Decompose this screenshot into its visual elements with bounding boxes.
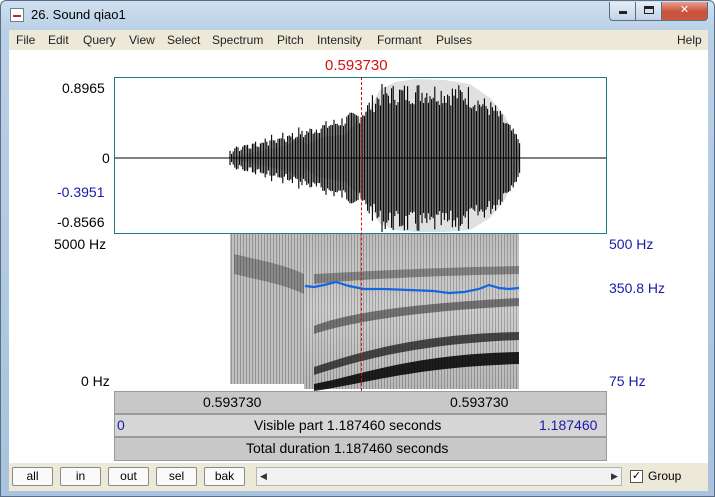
menu-formant[interactable]: Formant — [377, 33, 422, 47]
waveform-y-min: -0.8566 — [57, 214, 105, 230]
total-duration-bar[interactable]: Total duration 1.187460 seconds — [114, 437, 607, 461]
menu-bar: File Edit Query View Select Spectrum Pit… — [9, 30, 708, 50]
minimize-icon — [618, 11, 627, 14]
window-title: 26. Sound qiao1 — [31, 7, 126, 22]
pitch-axis-bottom: 75 Hz — [609, 373, 646, 389]
sound-editor-canvas[interactable]: 0.593730 0.8965 0 -0.3951 -0.8566 5000 H… — [9, 50, 708, 463]
group-checkbox-label: Group — [648, 469, 682, 483]
visible-part-bar[interactable]: 0 Visible part 1.187460 seconds 1.187460 — [114, 414, 607, 437]
spectrogram-freq-bottom: 0 Hz — [81, 373, 110, 389]
menu-pitch[interactable]: Pitch — [277, 33, 304, 47]
visible-part-text: Visible part 1.187460 seconds — [254, 417, 442, 433]
group-checkbox[interactable]: ✓ — [630, 470, 643, 483]
waveform-y-zero: 0 — [102, 150, 110, 166]
zoom-in-button[interactable]: in — [60, 467, 101, 486]
menu-query[interactable]: Query — [83, 33, 116, 47]
app-window: 26. Sound qiao1 ✕ File Edit Query View S… — [0, 0, 715, 497]
menu-pulses[interactable]: Pulses — [436, 33, 472, 47]
minimize-button[interactable] — [609, 2, 636, 21]
pitch-axis-top: 500 Hz — [609, 236, 654, 252]
zoom-back-button[interactable]: bak — [204, 467, 245, 486]
pitch-cursor-value: 350.8 Hz — [609, 280, 666, 296]
zoom-out-button[interactable]: out — [108, 467, 149, 486]
editor-client-area: File Edit Query View Select Spectrum Pit… — [9, 30, 708, 491]
close-button[interactable]: ✕ — [661, 2, 708, 21]
scroll-right-arrow-icon[interactable]: ▶ — [608, 468, 621, 485]
zoom-selection-button[interactable]: sel — [156, 467, 197, 486]
menu-intensity[interactable]: Intensity — [317, 33, 362, 47]
maximize-button[interactable] — [635, 2, 662, 21]
zoom-toolbar: all in out sel bak ◀ ▶ ✓ Group — [9, 463, 708, 491]
time-scrollbar[interactable]: ◀ ▶ — [256, 467, 622, 486]
praat-app-icon — [10, 8, 24, 22]
menu-file[interactable]: File — [16, 33, 35, 47]
visible-end-time: 1.187460 — [539, 417, 598, 433]
cursor-time-label: 0.593730 — [325, 57, 388, 74]
close-icon: ✕ — [679, 4, 690, 16]
waveform-y-cursor: -0.3951 — [57, 184, 105, 200]
title-bar[interactable]: 26. Sound qiao1 ✕ — [1, 1, 714, 30]
scroll-left-arrow-icon[interactable]: ◀ — [257, 468, 270, 485]
right-segment-duration: 0.593730 — [450, 394, 509, 410]
menu-view[interactable]: View — [129, 33, 155, 47]
time-cursor[interactable] — [361, 77, 362, 391]
menu-edit[interactable]: Edit — [48, 33, 69, 47]
menu-select[interactable]: Select — [167, 33, 200, 47]
total-duration-text: Total duration 1.187460 seconds — [246, 440, 449, 456]
left-segment-duration: 0.593730 — [203, 394, 262, 410]
waveform-y-max: 0.8965 — [62, 80, 105, 96]
zoom-all-button[interactable]: all — [12, 467, 53, 486]
selection-segments-bar[interactable]: 0.593730 0.593730 — [114, 391, 607, 414]
menu-spectrum[interactable]: Spectrum — [212, 33, 263, 47]
menu-help[interactable]: Help — [677, 33, 702, 47]
visible-start-time: 0 — [117, 417, 125, 433]
maximize-icon — [643, 6, 654, 14]
spectrogram-freq-top: 5000 Hz — [54, 236, 107, 252]
